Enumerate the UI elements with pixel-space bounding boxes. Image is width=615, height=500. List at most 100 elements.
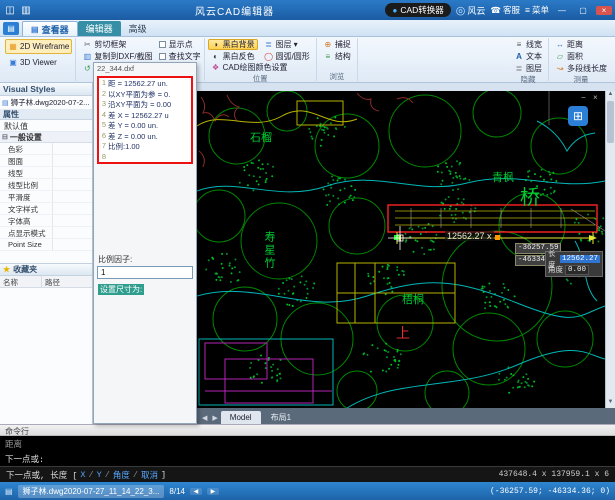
polyline-length-label: 多段线长度: [567, 63, 607, 74]
tab-editor[interactable]: 编辑器: [78, 21, 121, 36]
property-row-linetype[interactable]: 线型: [0, 167, 92, 179]
property-row-font-height[interactable]: 字体高: [0, 215, 92, 227]
dimension-text: 12562.27 x: [445, 231, 494, 241]
prev-file-icon[interactable]: ◀: [190, 488, 202, 495]
ribbon-group-browse: ⊕ 捕捉 ≡ 结构 浏览: [317, 38, 358, 81]
property-value[interactable]: [52, 191, 92, 202]
copy-dxf-button[interactable]: ▥ 复制到DXF/截图: [79, 51, 155, 62]
layout-nav-right-icon[interactable]: ▶: [210, 414, 219, 424]
favorites-header[interactable]: ★ 收藏夹: [0, 263, 92, 276]
lineweight-label: 线宽: [526, 39, 542, 50]
lineweight-button[interactable]: ≡ 线宽: [511, 39, 545, 50]
drawing-tree-item[interactable]: ▤ 狮子林.dwg2020-07-2...: [0, 96, 92, 109]
property-row-smoothness[interactable]: 平滑度: [0, 191, 92, 203]
show-points-toggle[interactable]: 显示点: [159, 39, 201, 50]
hide-layers-icon: ≣: [514, 64, 524, 73]
tab-viewer[interactable]: ▤ 查看器: [22, 21, 78, 36]
maximize-button[interactable]: ▢: [575, 6, 591, 15]
tab-advanced[interactable]: 高级: [121, 21, 155, 36]
option-y[interactable]: Y: [97, 470, 102, 480]
cad-color-settings-button[interactable]: ❖ CAD绘图颜色设置: [208, 62, 313, 73]
angle-value-input[interactable]: 0.00: [565, 265, 589, 275]
property-value[interactable]: [52, 227, 92, 238]
scroll-down-icon[interactable]: ▼: [606, 399, 615, 408]
palette-icon: ❖: [211, 63, 221, 72]
scrollbar-thumb[interactable]: [607, 101, 614, 143]
option-cancel[interactable]: 取消: [141, 469, 158, 481]
property-value[interactable]: [52, 179, 92, 190]
support-button[interactable]: ☎ 客服: [490, 4, 520, 16]
option-separator: /: [89, 470, 94, 480]
cad-viewport[interactable]: 石榴 青枫 桥 寿星竹 梧桐 上 12562.27 x -36257.59 -4…: [197, 91, 605, 408]
property-row-drawing[interactable]: 图面: [0, 155, 92, 167]
bw-invert-button[interactable]: ◐ 黑白反色: [208, 51, 258, 62]
line-number: 4: [99, 110, 108, 121]
property-row-point-mode[interactable]: 点显示模式: [0, 227, 92, 239]
copy-icon: ▥: [82, 52, 92, 61]
arc-circle-button[interactable]: ◯ 圆弧/圆形: [261, 51, 313, 62]
option-angle[interactable]: 角度: [113, 469, 130, 481]
pan-control-button[interactable]: ⊞: [568, 106, 588, 126]
menu-button[interactable]: ≡ 菜单: [525, 4, 549, 16]
clip-frame-button[interactable]: ✂ 剪切框架: [79, 39, 155, 50]
find-text-toggle[interactable]: 查找文字: [159, 51, 201, 62]
property-row-linetype-scale[interactable]: 线型比例: [0, 179, 92, 191]
close-button[interactable]: ×: [596, 6, 612, 15]
capture-icon[interactable]: ▥: [19, 3, 33, 17]
2d-wireframe-button[interactable]: ▦ 2D Wireframe: [5, 39, 72, 54]
next-file-icon[interactable]: ▶: [207, 488, 219, 495]
command-console[interactable]: 距离 下一点或:: [0, 436, 615, 466]
polyline-length-button[interactable]: ↝ 多段线长度: [552, 63, 610, 74]
viewer-3d-icon: ▣: [8, 58, 18, 67]
cad-converter-button[interactable]: ● CAD转换器: [385, 3, 450, 17]
area-button[interactable]: ▱ 面积: [552, 51, 610, 62]
titlebar: ◫ ▥ 风云CAD编辑器 ● CAD转换器 ◎ 风云 ☎ 客服 ≡ 菜单 — ▢…: [0, 0, 615, 20]
file-menu-button[interactable]: ▤: [3, 22, 19, 35]
minimize-button[interactable]: —: [554, 6, 570, 15]
line-text: 差 Y = 0.00 un.: [108, 120, 158, 131]
tab-layout1[interactable]: 布局1: [262, 411, 300, 424]
property-value[interactable]: [52, 239, 92, 250]
property-value[interactable]: [52, 155, 92, 166]
name-column-header[interactable]: 名称: [0, 276, 42, 287]
viewport-close-icon[interactable]: ×: [593, 93, 598, 102]
measure-result-list[interactable]: 1距 = 12562.27 un. 2以XY平面为参 = 0. 3沿XY平面为 …: [97, 76, 193, 164]
property-row-point-size[interactable]: Point Size: [0, 239, 92, 251]
property-row-text-style[interactable]: 文字样式: [0, 203, 92, 215]
option-x[interactable]: X: [80, 470, 85, 480]
text-button[interactable]: A 文本: [511, 51, 545, 62]
scale-factor-input[interactable]: 1: [97, 266, 193, 279]
general-settings-group[interactable]: ⊟ 一般设置: [0, 132, 92, 143]
snap-button[interactable]: ⊕ 捕捉: [320, 39, 354, 50]
command-panel-header[interactable]: 命令行: [0, 424, 615, 436]
path-column-header[interactable]: 路径: [42, 276, 92, 287]
structure-button[interactable]: ≡ 结构: [320, 51, 354, 62]
scroll-up-icon[interactable]: ▲: [606, 91, 615, 100]
open-file-tab[interactable]: 狮子林.dwg2020-07-27_11_14_22_3...: [18, 485, 165, 498]
layout-nav-left-icon[interactable]: ◀: [200, 414, 209, 424]
distance-button[interactable]: ↔ 距离: [552, 39, 610, 50]
viewport-scrollbar[interactable]: ▲ ▼: [605, 91, 615, 408]
ribbon-group-viewmode: ▦ 2D Wireframe ▣ 3D Viewer: [2, 38, 76, 81]
viewer-tab-icon: ▤: [31, 25, 39, 34]
default-value-row[interactable]: 默认值: [0, 120, 92, 132]
layers-button[interactable]: ≣ 图层 ▾: [261, 39, 313, 50]
measure-line: 4差 X = 12562.27 u: [99, 110, 191, 121]
property-value[interactable]: [52, 215, 92, 226]
show-points-checkbox-icon: [159, 41, 166, 48]
bw-background-button[interactable]: ◑ 黑白背景: [208, 39, 258, 50]
property-label: 色彩: [0, 143, 52, 154]
find-text-label: 查找文字: [169, 51, 201, 62]
distance-icon: ↔: [555, 40, 565, 49]
app-window: ◫ ▥ 风云CAD编辑器 ● CAD转换器 ◎ 风云 ☎ 客服 ≡ 菜单 — ▢…: [0, 0, 615, 500]
viewport-minimize-icon[interactable]: −: [581, 93, 586, 102]
layout-tab-bar: ◀ ▶ Model 布局1: [197, 408, 615, 424]
property-value[interactable]: [52, 203, 92, 214]
length-value-input[interactable]: 12562.27: [560, 255, 600, 263]
property-value[interactable]: [52, 167, 92, 178]
property-row-color[interactable]: 色彩: [0, 143, 92, 155]
hide-layers-button[interactable]: ≣ 图层: [511, 63, 545, 74]
property-value[interactable]: [52, 143, 92, 154]
3d-viewer-button[interactable]: ▣ 3D Viewer: [5, 55, 72, 70]
tab-model[interactable]: Model: [221, 411, 261, 424]
